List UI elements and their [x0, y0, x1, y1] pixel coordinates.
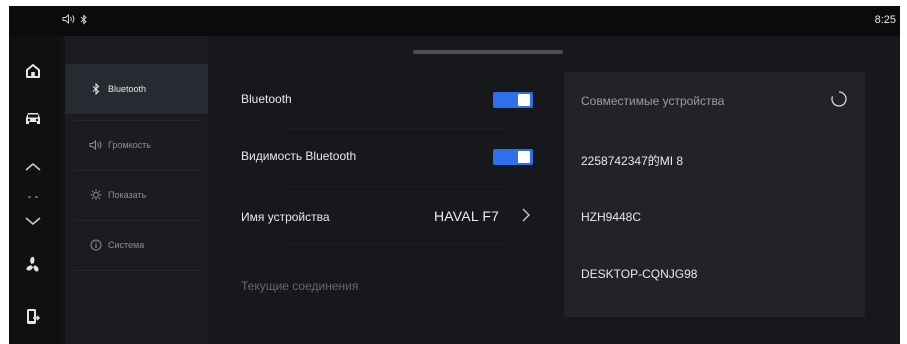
bluetooth-toggle[interactable] [493, 92, 533, 108]
visibility-toggle[interactable] [493, 149, 533, 165]
loading-spinner-icon [830, 90, 848, 113]
chevron-up-icon[interactable] [20, 154, 46, 180]
chevron-down-icon[interactable] [20, 208, 46, 234]
row-divider [288, 128, 508, 129]
row-divider [288, 244, 508, 245]
menu-item-display[interactable]: Показать [65, 170, 208, 220]
menu-item-volume[interactable]: Громкость [65, 120, 208, 170]
menu-item-bluetooth[interactable]: Bluetooth [65, 64, 208, 114]
row-divider [288, 186, 508, 187]
menu-item-label: Система [108, 240, 145, 250]
visibility-label: Видимость Bluetooth [241, 149, 357, 163]
bluetooth-settings-pane: Bluetooth Видимость Bluetooth Имя устрой… [208, 36, 900, 344]
device-item[interactable]: 2258742347的MI 8 [581, 152, 683, 169]
menu-divider [73, 270, 200, 271]
menu-item-label: Громкость [108, 140, 151, 150]
compatible-devices-panel: Совместимые устройства 2258742347的MI 8 H… [564, 72, 865, 317]
sun-icon [89, 189, 103, 201]
status-bar: 8:25 [9, 6, 900, 36]
left-rail: - - [9, 36, 59, 344]
bluetooth-icon [89, 83, 103, 95]
device-name-value[interactable]: HAVAL F7 [434, 208, 499, 224]
speaker-icon [62, 13, 76, 27]
fan-icon[interactable] [20, 252, 46, 278]
current-connections-label: Текущие соединения [241, 279, 359, 293]
device-name-label: Имя устройства [241, 210, 330, 224]
info-icon [89, 239, 103, 251]
speaker-icon [89, 140, 103, 150]
menu-item-system[interactable]: Система [65, 220, 208, 270]
car-head-unit-screen: 8:25 - - Bluetooth Громкость Показать Си… [9, 6, 900, 344]
settings-menu: Bluetooth Громкость Показать Система [65, 36, 208, 344]
panel-title: Совместимые устройства [581, 94, 725, 108]
temperature-dashes: - - [27, 191, 39, 203]
menu-item-label: Показать [108, 190, 147, 200]
toggle-knob [518, 94, 530, 106]
bluetooth-label: Bluetooth [241, 92, 292, 106]
drag-handle[interactable] [413, 50, 563, 54]
home-icon[interactable] [20, 58, 46, 84]
bluetooth-icon [80, 14, 88, 28]
menu-item-label: Bluetooth [108, 84, 147, 94]
clock: 8:25 [874, 14, 896, 26]
car-icon[interactable] [20, 106, 46, 132]
device-item[interactable]: DESKTOP-CQNJG98 [581, 267, 697, 281]
device-item[interactable]: HZH9448C [581, 210, 641, 224]
phone-exit-icon[interactable] [20, 304, 46, 330]
toggle-knob [518, 151, 530, 163]
chevron-right-icon[interactable] [521, 207, 531, 228]
